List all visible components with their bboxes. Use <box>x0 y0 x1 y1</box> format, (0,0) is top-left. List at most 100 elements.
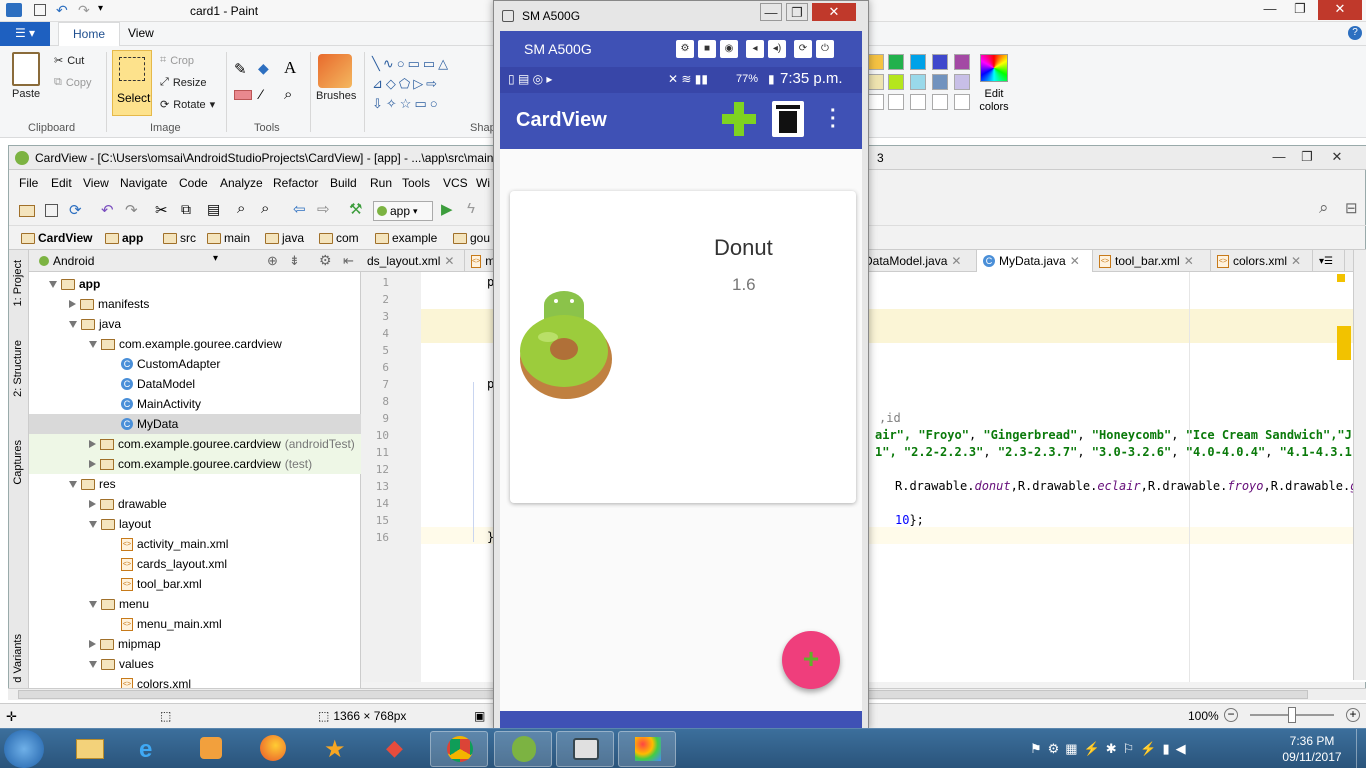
tree-item[interactable]: com.example.gouree.cardview <box>29 334 361 354</box>
rotate-icon[interactable]: ⟳ <box>794 40 812 58</box>
editor-tab[interactable]: <> tool_bar.xml ✕ <box>1093 250 1211 272</box>
tab-overflow-icon[interactable]: ▾☰ <box>1313 250 1345 272</box>
delete-icon[interactable] <box>772 101 804 137</box>
collapse-arrow-icon[interactable] <box>89 500 96 508</box>
taskbar-firefox[interactable] <box>244 731 302 767</box>
mirror-maximize-button[interactable]: ❐ <box>786 3 808 21</box>
color-swatch[interactable] <box>888 74 904 90</box>
menu-file[interactable]: File <box>19 176 38 190</box>
tree-item[interactable]: menu <box>29 594 361 614</box>
tree-item[interactable]: res <box>29 474 361 494</box>
breadcrumb-item[interactable]: main <box>207 231 250 245</box>
color-swatch[interactable] <box>868 74 884 90</box>
color-swatch[interactable] <box>888 94 904 110</box>
scroll-from-source-icon[interactable]: ⊕ <box>267 253 278 269</box>
close-icon[interactable]: ✕ <box>951 251 961 272</box>
taskbar-clock[interactable]: 7:36 PM 09/11/2017 <box>1272 733 1352 765</box>
paste-icon[interactable] <box>12 52 40 86</box>
project-view-select[interactable]: Android <box>39 254 94 268</box>
color-swatch[interactable] <box>910 54 926 70</box>
close-icon[interactable]: ✕ <box>444 251 454 272</box>
as-minimize-button[interactable]: — <box>1265 148 1293 168</box>
tree-item[interactable]: drawable <box>29 494 361 514</box>
floating-action-button[interactable]: + <box>782 631 840 689</box>
menu-vcs[interactable]: VCS <box>443 176 468 190</box>
resize-button[interactable]: ⤢ Resize <box>160 76 206 89</box>
rotate-button[interactable]: ⟳ Rotate ▾ <box>160 98 215 112</box>
cut-icon[interactable]: ✂ <box>155 201 171 219</box>
volume-down-icon[interactable]: ◂ <box>746 40 764 58</box>
breadcrumb-item[interactable]: src <box>163 231 196 245</box>
mirror-minimize-button[interactable]: — <box>760 3 782 21</box>
color-picker-icon[interactable]: ⁄ <box>260 86 262 102</box>
menu-run[interactable]: Run <box>370 176 392 190</box>
tree-item[interactable]: C DataModel <box>29 374 361 394</box>
tree-item[interactable]: com.example.gouree.cardview (androidTest) <box>29 434 361 454</box>
collapse-all-icon[interactable]: ⇟ <box>289 253 300 269</box>
tab-home[interactable]: Home <box>58 22 121 46</box>
color-swatch[interactable] <box>910 94 926 110</box>
zoom-out-button[interactable]: − <box>1224 708 1238 722</box>
open-icon[interactable] <box>19 205 35 217</box>
overflow-menu-icon[interactable]: · · · <box>830 101 837 137</box>
settings-icon[interactable]: ⚙ <box>676 40 694 58</box>
record-video-icon[interactable]: ■ <box>698 40 716 58</box>
back-icon[interactable]: ⇦ <box>293 200 309 218</box>
color-swatch[interactable] <box>888 54 904 70</box>
menu-build[interactable]: Build <box>330 176 357 190</box>
breadcrumb-item[interactable]: gou <box>453 231 490 245</box>
color-swatch[interactable] <box>932 74 948 90</box>
shapes-gallery[interactable]: ╲∿○▭▭△ ⊿◇⬠▷⇨ ⇩✧☆▭○ <box>372 54 492 120</box>
breadcrumb-item[interactable]: CardView <box>21 231 92 245</box>
editor-tab-active[interactable]: C MyData.java ✕ <box>977 250 1093 272</box>
make-project-icon[interactable]: ⚒ <box>349 200 365 218</box>
instant-run-icon[interactable]: ϟ <box>467 200 483 217</box>
tree-item[interactable]: values <box>29 654 361 674</box>
tab-structure[interactable]: 2: Structure <box>12 340 24 397</box>
collapse-arrow-icon[interactable] <box>89 460 96 468</box>
editor-tab[interactable]: DataModel.java ✕ <box>857 250 977 272</box>
collapse-arrow-icon[interactable] <box>89 640 96 648</box>
tab-build-variants[interactable]: d Variants <box>12 634 24 683</box>
menu-code[interactable]: Code <box>179 176 208 190</box>
as-maximize-button[interactable]: ❐ <box>1293 148 1321 168</box>
breadcrumb-item[interactable]: app <box>105 231 143 245</box>
tab-view[interactable]: View <box>114 22 168 46</box>
select-button[interactable]: Select <box>112 50 152 116</box>
menu-view[interactable]: View <box>83 176 109 190</box>
quick-access-dropdown-icon[interactable]: ▾ <box>98 3 103 14</box>
tree-item[interactable]: <> cards_layout.xml <box>29 554 361 574</box>
color-swatch[interactable] <box>910 74 926 90</box>
editor-tab[interactable]: <> colors.xml ✕ <box>1211 250 1313 272</box>
tree-item[interactable]: <> menu_main.xml <box>29 614 361 634</box>
text-icon[interactable]: A <box>284 58 296 78</box>
gear-icon[interactable]: ⚙ <box>319 252 332 269</box>
expand-arrow-icon[interactable] <box>69 480 77 488</box>
chevron-down-icon[interactable]: ▾ <box>213 253 218 264</box>
save-all-icon[interactable] <box>45 204 58 217</box>
tree-item[interactable]: java <box>29 314 361 334</box>
system-tray-icons[interactable]: ⚑⚙▦⚡✱⚐⚡▮◀ <box>1030 741 1192 757</box>
close-icon[interactable]: ✕ <box>1184 251 1194 272</box>
expand-arrow-icon[interactable] <box>89 520 97 528</box>
paste-button[interactable]: Paste <box>12 88 40 100</box>
tree-item[interactable]: C MyData <box>29 414 361 434</box>
as-close-button[interactable]: ✕ <box>1323 148 1351 168</box>
expand-arrow-icon[interactable] <box>49 280 57 288</box>
run-config-select[interactable]: app ▾ <box>373 201 433 221</box>
redo-icon[interactable]: ↷ <box>78 2 90 19</box>
close-icon[interactable]: ✕ <box>1070 251 1080 272</box>
tree-item[interactable]: layout <box>29 514 361 534</box>
close-icon[interactable]: ✕ <box>1291 251 1301 272</box>
taskbar-app[interactable]: ◆ <box>368 731 426 767</box>
find-icon[interactable]: ⌕ <box>237 200 253 217</box>
expand-arrow-icon[interactable] <box>89 660 97 668</box>
taskbar-paint[interactable] <box>618 731 676 767</box>
paint-maximize-button[interactable]: ❐ <box>1286 0 1314 20</box>
camera-icon[interactable]: ◉ <box>720 40 738 58</box>
breadcrumb-item[interactable]: example <box>375 231 437 245</box>
copy-icon[interactable]: ⧉ <box>181 201 197 217</box>
pencil-icon[interactable]: ✎ <box>234 60 247 78</box>
eraser-icon[interactable] <box>234 90 252 100</box>
magnifier-icon[interactable]: ⌕ <box>284 86 292 103</box>
